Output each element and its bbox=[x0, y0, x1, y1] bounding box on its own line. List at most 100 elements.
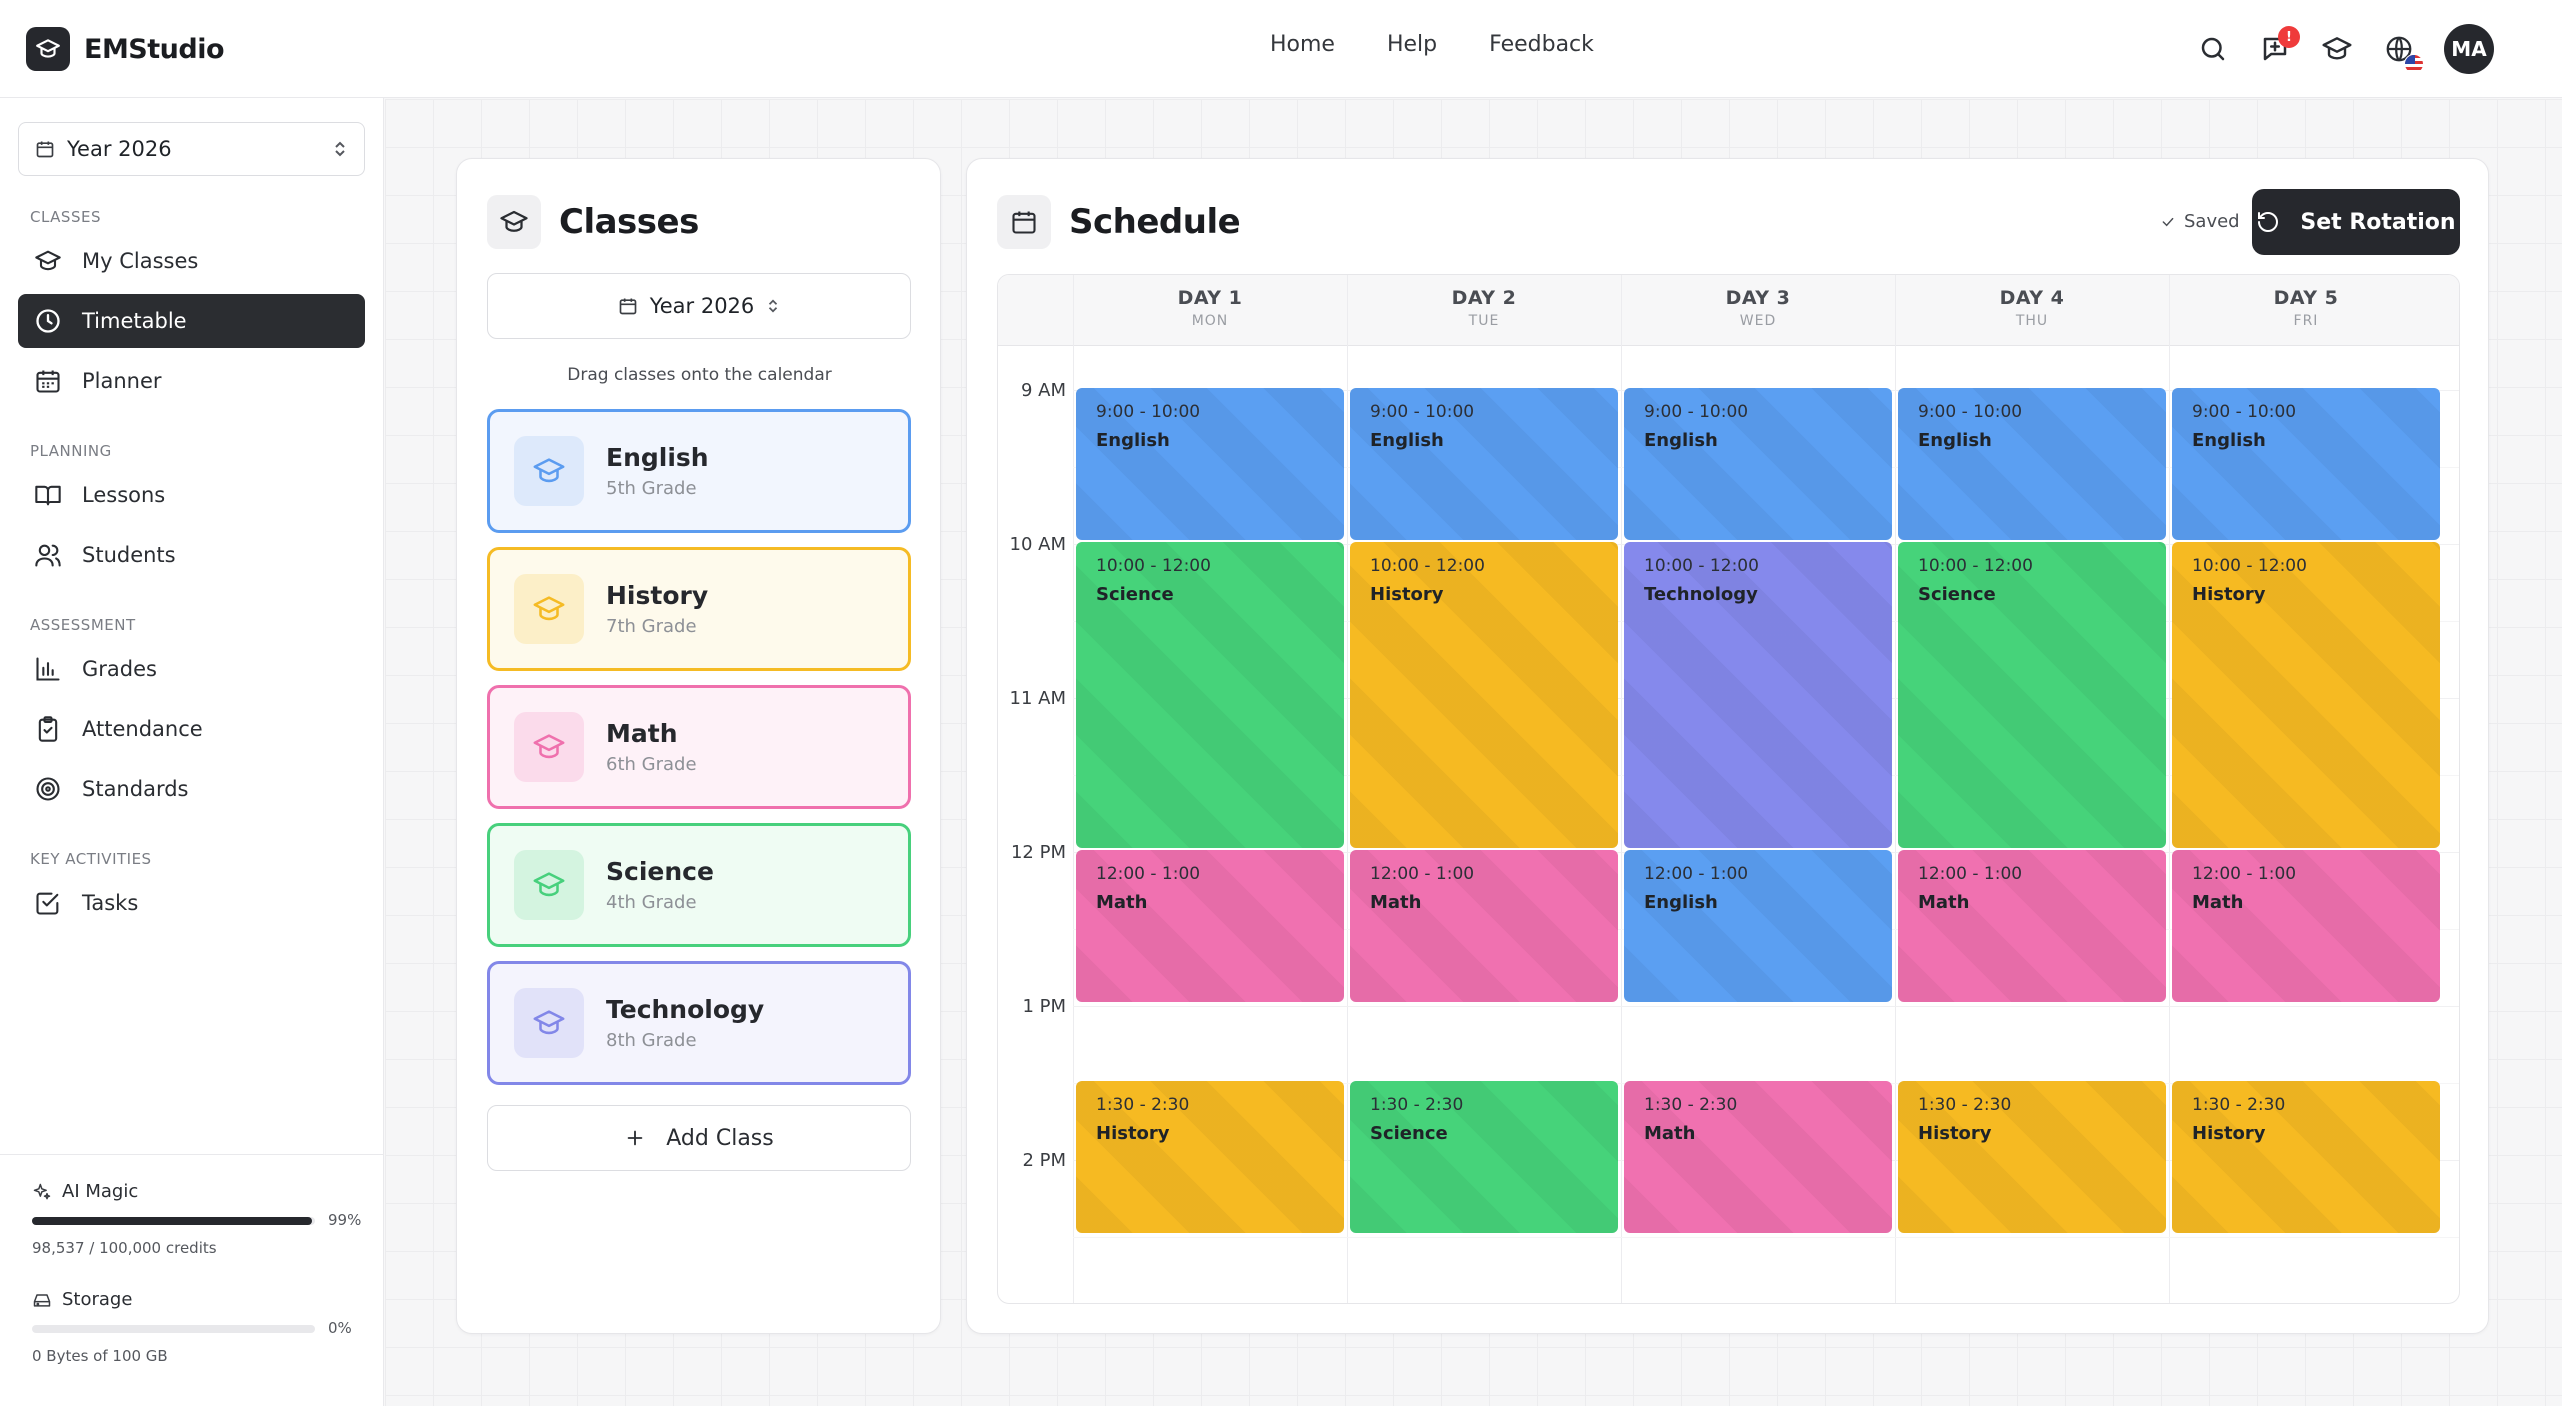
schedule-event[interactable]: 10:00 - 12:00 Science bbox=[1898, 542, 2166, 848]
event-time: 12:00 - 1:00 bbox=[2192, 864, 2297, 884]
add-class-button[interactable]: Add Class bbox=[487, 1105, 911, 1171]
classes-title: Classes bbox=[559, 202, 699, 242]
schedule-event[interactable]: 12:00 - 1:00 Math bbox=[1076, 850, 1344, 1002]
schedule-event[interactable]: 12:00 - 1:00 Math bbox=[1350, 850, 1618, 1002]
half-hour-line bbox=[1073, 1237, 2459, 1238]
schedule-event[interactable]: 9:00 - 10:00 English bbox=[1898, 388, 2166, 540]
schedule-event[interactable]: 10:00 - 12:00 History bbox=[2172, 542, 2440, 848]
message-plus-icon[interactable]: ! bbox=[2258, 26, 2300, 66]
schedule-event[interactable]: 9:00 - 10:00 English bbox=[1076, 388, 1344, 540]
schedule-event[interactable]: 1:30 - 2:30 Math bbox=[1624, 1081, 1892, 1233]
clock-icon bbox=[36, 309, 60, 333]
ai-magic-title: AI Magic bbox=[32, 1181, 138, 1202]
sidebar-item-students[interactable]: Students bbox=[18, 528, 365, 582]
class-card[interactable]: English 5th Grade bbox=[487, 409, 911, 533]
schedule-event[interactable]: 12:00 - 1:00 Math bbox=[2172, 850, 2440, 1002]
time-label: 10 AM bbox=[1009, 534, 1066, 555]
sidebar-item-standards[interactable]: Standards bbox=[18, 762, 365, 816]
storage-progress bbox=[32, 1325, 315, 1333]
schedule-event[interactable]: 9:00 - 10:00 English bbox=[1624, 388, 1892, 540]
class-grade: 6th Grade bbox=[606, 754, 697, 775]
check-square-icon bbox=[36, 892, 59, 915]
sidebar-item-label: Attendance bbox=[82, 717, 203, 741]
brand[interactable]: EMStudio bbox=[26, 27, 225, 71]
event-name: Science bbox=[1370, 1123, 1448, 1144]
event-time: 10:00 - 12:00 bbox=[2192, 556, 2307, 576]
nav-help-link[interactable]: Help bbox=[1387, 32, 1437, 57]
day-header: DAY 4 THU bbox=[1895, 287, 2169, 329]
schedule-event[interactable]: 12:00 - 1:00 Math bbox=[1898, 850, 2166, 1002]
class-card[interactable]: History 7th Grade bbox=[487, 547, 911, 671]
classes-panel: Classes Year 2026 Drag classes onto the … bbox=[456, 158, 941, 1334]
search-icon[interactable] bbox=[2196, 32, 2230, 66]
graduation-cap-icon[interactable] bbox=[2320, 32, 2354, 66]
saved-status: Saved bbox=[2160, 211, 2240, 232]
graduation-cap-icon bbox=[26, 27, 70, 71]
schedule-event[interactable]: 1:30 - 2:30 History bbox=[2172, 1081, 2440, 1233]
set-rotation-button[interactable]: Set Rotation bbox=[2252, 189, 2460, 255]
nav-feedback-link[interactable]: Feedback bbox=[1489, 32, 1594, 57]
saved-label: Saved bbox=[2184, 211, 2240, 232]
graduation-cap-icon bbox=[35, 250, 61, 271]
schedule-event[interactable]: 10:00 - 12:00 Technology bbox=[1624, 542, 1892, 848]
class-grade: 5th Grade bbox=[606, 478, 697, 499]
year-select[interactable]: Year 2026 bbox=[18, 122, 365, 176]
sidebar-item-label: Standards bbox=[82, 777, 189, 801]
schedule-event[interactable]: 12:00 - 1:00 English bbox=[1624, 850, 1892, 1002]
schedule-event[interactable]: 9:00 - 10:00 English bbox=[1350, 388, 1618, 540]
sidebar-item-my-classes[interactable]: My Classes bbox=[18, 234, 365, 288]
column-divider bbox=[1621, 275, 1622, 1303]
sidebar-item-tasks[interactable]: Tasks bbox=[18, 876, 365, 930]
weekday-label: WED bbox=[1739, 313, 1777, 329]
time-label: 11 AM bbox=[1009, 688, 1066, 709]
weekday-label: THU bbox=[2015, 313, 2049, 329]
event-name: History bbox=[1370, 584, 1444, 605]
weekday-label: MON bbox=[1191, 313, 1229, 329]
schedule-event[interactable]: 1:30 - 2:30 History bbox=[1076, 1081, 1344, 1233]
ai-magic-credits: 98,537 / 100,000 credits bbox=[32, 1239, 217, 1257]
sidebar-item-grades[interactable]: Grades bbox=[18, 642, 365, 696]
sidebar-item-label: Tasks bbox=[82, 891, 139, 915]
classes-year-select[interactable]: Year 2026 bbox=[487, 273, 911, 339]
event-name: Math bbox=[1096, 892, 1148, 913]
event-time: 10:00 - 12:00 bbox=[1644, 556, 1759, 576]
schedule-event[interactable]: 10:00 - 12:00 History bbox=[1350, 542, 1618, 848]
event-name: Technology bbox=[1644, 584, 1758, 605]
class-card[interactable]: Science 4th Grade bbox=[487, 823, 911, 947]
nav-home-link[interactable]: Home bbox=[1270, 32, 1335, 57]
drag-hint: Drag classes onto the calendar bbox=[567, 365, 832, 385]
event-name: History bbox=[1918, 1123, 1992, 1144]
calendar-icon bbox=[997, 195, 1051, 249]
schedule-event[interactable]: 1:30 - 2:30 History bbox=[1898, 1081, 2166, 1233]
event-name: English bbox=[1644, 430, 1718, 451]
event-time: 10:00 - 12:00 bbox=[1370, 556, 1485, 576]
set-rotation-label: Set Rotation bbox=[2300, 209, 2456, 235]
avatar[interactable]: MA bbox=[2444, 24, 2494, 74]
rotate-ccw-icon bbox=[2258, 211, 2279, 232]
event-time: 1:30 - 2:30 bbox=[1370, 1095, 1464, 1115]
sidebar-item-label: Grades bbox=[82, 657, 157, 681]
schedule-event[interactable]: 1:30 - 2:30 Science bbox=[1350, 1081, 1618, 1233]
class-card[interactable]: Math 6th Grade bbox=[487, 685, 911, 809]
sidebar-item-timetable[interactable]: Timetable bbox=[18, 294, 365, 348]
clipboard-check-icon bbox=[38, 716, 58, 742]
sidebar-item-attendance[interactable]: Attendance bbox=[18, 702, 365, 756]
schedule-event[interactable]: 9:00 - 10:00 English bbox=[2172, 388, 2440, 540]
sidebar-item-planner[interactable]: Planner bbox=[18, 354, 365, 408]
event-time: 12:00 - 1:00 bbox=[1096, 864, 1201, 884]
day-header: DAY 3 WED bbox=[1621, 287, 1895, 329]
ai-magic-percent: 99% bbox=[328, 1211, 362, 1229]
class-grade: 4th Grade bbox=[606, 892, 697, 913]
event-time: 12:00 - 1:00 bbox=[1644, 864, 1749, 884]
graduation-cap-icon bbox=[514, 712, 584, 782]
calendar-icon bbox=[36, 141, 54, 158]
schedule-event[interactable]: 10:00 - 12:00 Science bbox=[1076, 542, 1344, 848]
bar-chart-icon bbox=[36, 657, 60, 681]
day-header: DAY 1 MON bbox=[1073, 287, 1347, 329]
event-name: Science bbox=[1096, 584, 1174, 605]
globe-icon[interactable] bbox=[2382, 32, 2424, 74]
graduation-cap-icon bbox=[514, 574, 584, 644]
sparkles-icon bbox=[33, 1183, 51, 1199]
class-card[interactable]: Technology 8th Grade bbox=[487, 961, 911, 1085]
sidebar-item-lessons[interactable]: Lessons bbox=[18, 468, 365, 522]
